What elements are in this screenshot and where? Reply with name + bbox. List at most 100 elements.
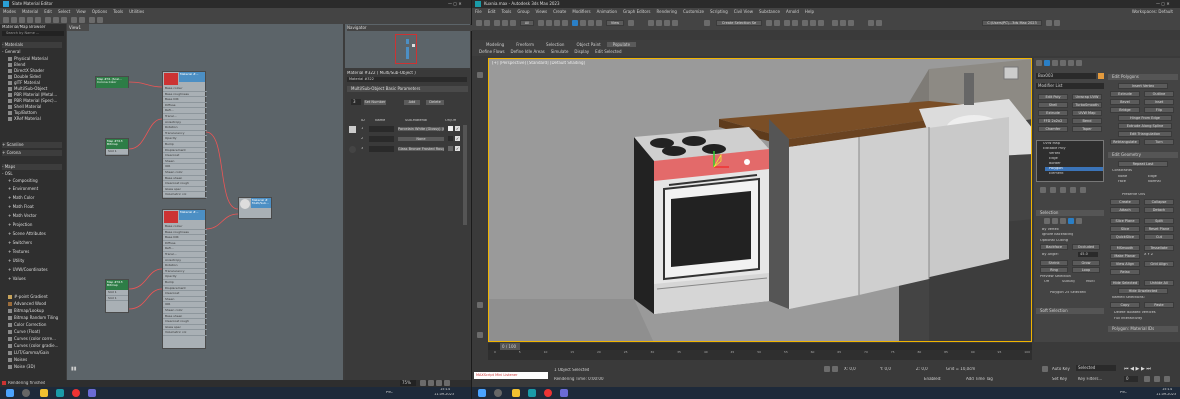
navigator-minimap[interactable] — [395, 34, 417, 64]
constraint-normal-radio[interactable]: Normal — [1148, 180, 1161, 184]
tray-date[interactable]: 11.09.2023 — [434, 393, 454, 397]
node-view[interactable]: View1 Map #31 (Scal... Corona Color Map … — [67, 24, 343, 380]
list-item[interactable]: Bitmap/Lookup — [2, 308, 62, 314]
poly-material-ids-rollout[interactable]: Polygon: Material IDs — [1108, 326, 1178, 332]
workspaces-dropdown[interactable]: Workspaces: Default — [1129, 8, 1176, 16]
menu-tools[interactable]: Tools — [498, 9, 514, 14]
menu-edit[interactable]: Edit — [485, 9, 499, 14]
menu-file[interactable]: File — [472, 9, 485, 14]
grow-button[interactable]: Grow — [1072, 260, 1100, 266]
project-path-dropdown[interactable]: C:\Users\PC\...3ds Max 2023 — [982, 20, 1042, 26]
physical-material-node-1[interactable]: Material #... Base colour Base roughness… — [162, 71, 207, 199]
node-view-scroll-icon[interactable]: ▮▮ — [71, 366, 77, 372]
enable-checkbox[interactable]: ✓ — [455, 136, 460, 141]
insert-vertex-button[interactable]: Insert Vertex — [1118, 83, 1168, 89]
element-mode-icon[interactable] — [1076, 218, 1082, 224]
key-filters-button[interactable]: Key Filters... — [1078, 377, 1102, 381]
by-angle-checkbox[interactable]: By Angle: — [1042, 253, 1059, 257]
menu-substance[interactable]: Substance — [756, 9, 783, 14]
list-item[interactable]: Curve (Float) — [2, 329, 62, 335]
enable-checkbox[interactable]: ✓ — [455, 146, 460, 151]
outline-button[interactable]: Outline — [1144, 91, 1174, 97]
mod-bend[interactable]: Bend — [1072, 118, 1102, 124]
stack-uvw-map[interactable]: UVW Map — [1043, 142, 1060, 146]
extrude-spline-button[interactable]: Extrude Along Spline — [1118, 123, 1172, 129]
maps-group[interactable]: - Maps — [2, 164, 62, 170]
bevel-button[interactable]: Bevel — [1110, 99, 1140, 105]
list-item[interactable]: Noises — [2, 357, 62, 363]
arnold-icon[interactable] — [868, 20, 874, 26]
stack-element[interactable]: Element — [1049, 172, 1064, 176]
menu-rendering[interactable]: Rendering — [654, 9, 680, 14]
menu-customize[interactable]: Customize — [680, 9, 707, 14]
list-item[interactable]: + Environment — [8, 186, 68, 192]
scene-explorer-icon[interactable] — [477, 72, 483, 78]
rotate-icon[interactable] — [580, 20, 586, 26]
layer-icon[interactable] — [477, 332, 483, 338]
vertex-mode-icon[interactable] — [1044, 218, 1050, 224]
constraint-edge-radio[interactable]: Edge — [1148, 175, 1157, 179]
list-item[interactable]: Color Correction — [2, 322, 62, 328]
split-button[interactable]: Split — [1144, 218, 1174, 224]
auto-key-icon[interactable] — [1042, 366, 1048, 372]
view-align-button[interactable]: View Align — [1110, 261, 1140, 267]
show-background-icon[interactable] — [61, 17, 67, 23]
collapse-button[interactable]: Collapse — [1144, 199, 1174, 205]
windows-start-icon[interactable] — [6, 389, 14, 397]
make-unique-icon[interactable] — [1060, 187, 1066, 193]
list-item[interactable]: Advanced Wood — [2, 301, 62, 307]
menu-view[interactable]: View — [73, 9, 89, 14]
zoom-field[interactable]: 75% — [400, 380, 416, 386]
remove-modifier-icon[interactable] — [1070, 187, 1076, 193]
list-item[interactable]: + Math Float — [8, 204, 68, 210]
by-vertex-checkbox[interactable]: By Vertex — [1042, 228, 1059, 232]
timeline-track[interactable]: 0 5 10 15 20 25 30 35 40 45 50 55 60 65 70 75 80 85 90 95 10… — [488, 350, 1032, 360]
repeat-last-button[interactable]: Repeat Last — [1118, 161, 1168, 167]
slice-plane-button[interactable]: Slice Plane — [1110, 218, 1140, 224]
browser-taskbar-icon[interactable] — [544, 389, 552, 397]
tab-selection[interactable]: Selection — [540, 42, 570, 47]
isolate-icon[interactable] — [824, 366, 830, 372]
list-item[interactable]: + Textures — [8, 249, 68, 255]
paste-button[interactable]: Paste — [1144, 302, 1174, 308]
zoom-extents-icon[interactable] — [436, 380, 442, 386]
render-icon[interactable] — [848, 20, 854, 26]
list-item[interactable]: + Scene Attributes — [8, 231, 68, 237]
tessellate-button[interactable]: Tessellate — [1144, 245, 1174, 251]
edit-selected[interactable]: Edit Selected — [592, 49, 624, 54]
tray-lang[interactable]: РУС — [1120, 391, 1127, 395]
border-mode-icon[interactable] — [1060, 218, 1066, 224]
material-editor-icon[interactable] — [818, 20, 824, 26]
select-tool-icon[interactable] — [3, 17, 9, 23]
enable-checkbox[interactable]: ✓ — [455, 126, 460, 131]
edit-named-sel-icon[interactable] — [704, 20, 710, 26]
mod-uvw-map[interactable]: UVW Map — [1072, 110, 1102, 116]
msmooth-button[interactable]: MSmooth — [1110, 245, 1140, 251]
pick-material-icon[interactable] — [11, 17, 17, 23]
list-item[interactable]: Noise (3D) — [2, 364, 62, 370]
stack-polygon[interactable]: Polygon — [1045, 167, 1103, 171]
stack-border[interactable]: Border — [1049, 162, 1061, 166]
polygon-mode-icon[interactable] — [1068, 218, 1074, 224]
mod-chamfer[interactable]: Chamfer — [1038, 126, 1068, 132]
table-row[interactable]: 2 None ✓ — [347, 135, 463, 144]
list-item[interactable]: Curves (color gradie... — [2, 343, 62, 349]
select-object-icon[interactable] — [538, 20, 544, 26]
browser-search-input[interactable]: Search by Name ... — [2, 31, 64, 36]
menu-civil-view[interactable]: Civil View — [731, 9, 756, 14]
menu-modes[interactable]: Modes — [0, 9, 19, 14]
grid-align-button[interactable]: Grid Align — [1144, 261, 1174, 267]
edit-geometry-rollout[interactable]: Edit Geometry — [1108, 152, 1178, 158]
rect-selection-icon[interactable] — [554, 20, 560, 26]
orbit-icon[interactable] — [1154, 376, 1160, 382]
define-idle-areas[interactable]: Define Idle Areas — [508, 49, 548, 54]
perspective-viewport[interactable]: [+] [Perspective] [Standard] [Default Sh… — [488, 58, 1032, 342]
loop-button[interactable]: Loop — [1072, 267, 1100, 273]
relax-button[interactable]: Relax — [1110, 269, 1140, 275]
multi-sub-object-node[interactable]: Material # Multi/Sub... — [238, 197, 272, 219]
undo-icon[interactable] — [476, 20, 482, 26]
zoom-tools-icon[interactable] — [420, 380, 426, 386]
named-selection-dropdown[interactable]: Create Selection Se — [716, 20, 762, 26]
window-crossing-icon[interactable] — [562, 20, 568, 26]
menu-options[interactable]: Options — [89, 9, 110, 14]
